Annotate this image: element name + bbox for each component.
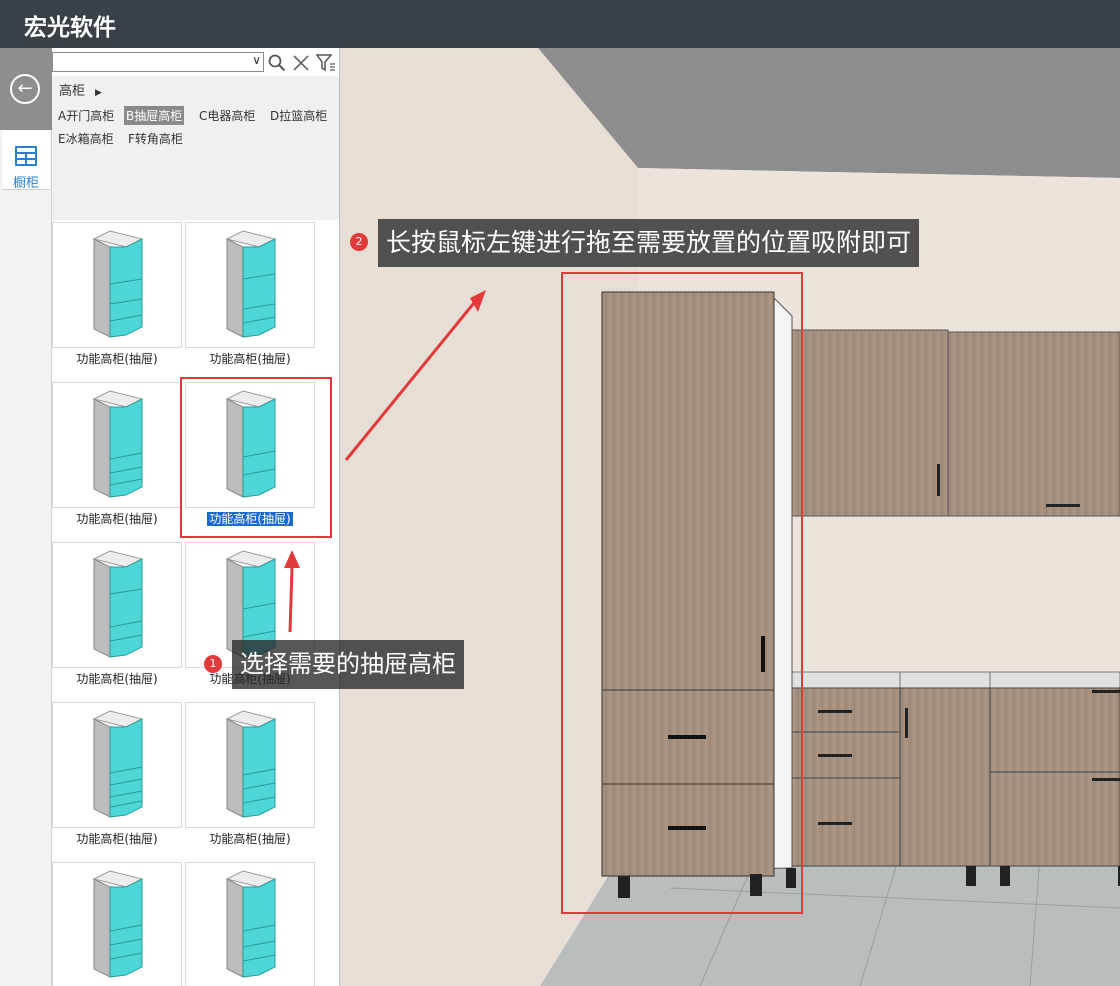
item-card[interactable] (52, 542, 182, 668)
tall-cabinet-thumbnail (92, 710, 144, 818)
item-card[interactable] (52, 862, 182, 986)
placement-highlight (561, 272, 803, 914)
title-bar: 宏光软件 (0, 0, 1120, 48)
search-row: ∨ (52, 52, 339, 74)
tall-cabinet-thumbnail (92, 550, 144, 658)
app-title: 宏光软件 (24, 15, 116, 41)
category-c[interactable]: C电器高柜 (197, 106, 257, 125)
filter-icon[interactable] (316, 54, 336, 72)
item-card[interactable] (185, 222, 315, 348)
item-label: 功能高柜(抽屉) (76, 832, 158, 846)
cabinet-grid-icon (15, 146, 37, 166)
category-f[interactable]: F转角高柜 (126, 129, 185, 148)
step-1-callout: 选择需要的抽屉高柜 (232, 640, 464, 689)
breadcrumb-label: 高柜 (59, 84, 86, 99)
item-card[interactable] (52, 222, 182, 348)
search-icon[interactable] (268, 54, 286, 72)
tall-cabinet-thumbnail (225, 710, 277, 818)
item-label: 功能高柜(抽屉) (209, 352, 291, 366)
item-label: 功能高柜(抽屉) (76, 352, 158, 366)
upper-cabinet-left[interactable] (779, 329, 949, 517)
item-label: 功能高柜(抽屉) (76, 672, 158, 686)
cabinet-tab[interactable]: 橱柜 (2, 130, 50, 191)
chevron-right-icon: ▶ (95, 88, 102, 98)
upper-cabinet-right[interactable] (947, 331, 1120, 517)
item-card[interactable] (185, 862, 315, 986)
cabinet-tab-label: 橱柜 (12, 176, 39, 191)
category-d[interactable]: D拉篮高柜 (268, 106, 329, 125)
item-card[interactable] (52, 382, 182, 508)
step-1-badge: 1 (204, 655, 222, 673)
step-2-badge: 2 (350, 233, 368, 251)
tall-cabinet-thumbnail (225, 870, 277, 978)
chevron-down-icon[interactable]: ∨ (252, 53, 261, 67)
tall-cabinet-thumbnail (92, 870, 144, 978)
item-label: 功能高柜(抽屉) (76, 512, 158, 526)
tall-cabinet-thumbnail (92, 230, 144, 338)
step-2-callout: 长按鼠标左键进行拖至需要放置的位置吸附即可 (378, 219, 920, 267)
category-area: 高柜 ▶ A开门高柜 B抽屉高柜 C电器高柜 D拉篮高柜 E冰箱高柜 F转角高柜 (52, 76, 339, 220)
category-b[interactable]: B抽屉高柜 (124, 106, 185, 125)
item-card[interactable] (185, 702, 315, 828)
back-button[interactable]: ← (0, 48, 52, 130)
category-a[interactable]: A开门高柜 (56, 106, 116, 125)
category-e[interactable]: E冰箱高柜 (56, 129, 116, 148)
arrow-left-circle-icon: ← (10, 74, 40, 104)
search-input[interactable]: ∨ (52, 52, 264, 72)
breadcrumb[interactable]: 高柜 ▶ (59, 80, 102, 99)
selection-highlight (180, 377, 332, 538)
tall-cabinet-thumbnail (92, 390, 144, 498)
tall-cabinet-thumbnail (225, 230, 277, 338)
left-rail: ← 橱柜 (0, 48, 52, 986)
item-card[interactable] (52, 702, 182, 828)
item-label: 功能高柜(抽屉) (209, 832, 291, 846)
close-icon[interactable] (292, 54, 310, 72)
